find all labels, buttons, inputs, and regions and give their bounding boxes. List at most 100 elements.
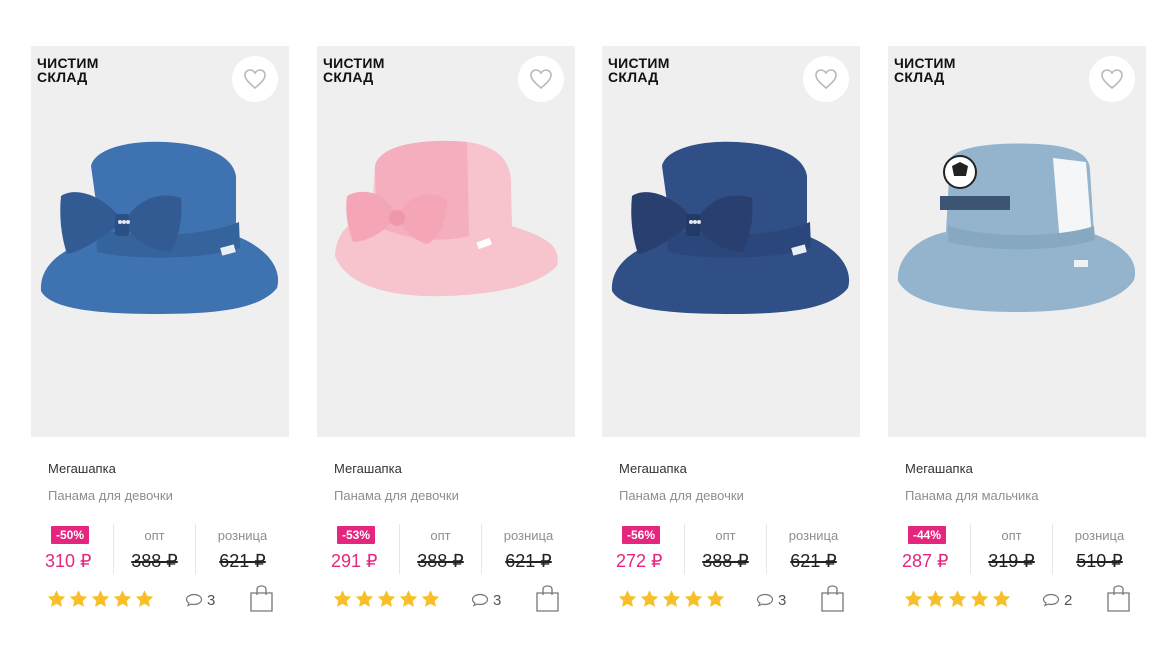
- promo-line-2: СКЛАД: [608, 69, 659, 85]
- rating-stars: [903, 589, 1012, 609]
- retail-label: розница: [217, 528, 268, 543]
- favorite-button[interactable]: [803, 56, 849, 102]
- product-image: [335, 140, 558, 297]
- reviews-link[interactable]: 3: [471, 590, 501, 610]
- favorite-button[interactable]: [232, 56, 278, 102]
- product-card[interactable]: ЧИСТИМ СКЛАД Мегашапка Панама для мальчи…: [888, 46, 1146, 626]
- product-brand[interactable]: Мегашапка: [905, 461, 973, 476]
- current-price: 291 ₽: [331, 551, 378, 571]
- reviews-link[interactable]: 2: [1042, 590, 1072, 610]
- product-title[interactable]: Панама для девочки: [619, 488, 744, 503]
- star-icon: [69, 590, 88, 607]
- star-icon: [377, 590, 396, 607]
- reviews-count: 3: [207, 591, 216, 609]
- price-block: -56% 272 ₽ опт 388 ₽ розница 621 ₽: [602, 524, 860, 576]
- promo-label: ЧИСТИМ СКЛАД: [323, 56, 385, 84]
- product-image: [611, 141, 850, 314]
- star-icon: [421, 590, 440, 607]
- star-icon: [992, 590, 1011, 607]
- star-icon: [333, 590, 352, 607]
- product-title[interactable]: Панама для мальчика: [905, 488, 1038, 503]
- current-price: 272 ₽: [616, 551, 663, 571]
- wholesale-old-price: 319 ₽: [988, 551, 1035, 571]
- retail-label: розница: [788, 528, 839, 543]
- promo-line-1: ЧИСТИМ: [894, 55, 956, 71]
- shopping-bag-icon[interactable]: [820, 583, 845, 613]
- retail-old-price: 621 ₽: [790, 551, 837, 571]
- discount-badge: -53%: [337, 526, 376, 544]
- star-icon: [135, 590, 154, 607]
- product-title[interactable]: Панама для девочки: [334, 488, 459, 503]
- star-icon: [640, 590, 659, 607]
- shopping-bag-icon[interactable]: [1106, 583, 1131, 613]
- price-block: -53% 291 ₽ опт 388 ₽ розница 621 ₽: [317, 524, 575, 576]
- product-brand[interactable]: Мегашапка: [334, 461, 402, 476]
- promo-line-2: СКЛАД: [37, 69, 88, 85]
- wholesale-label: опт: [1001, 528, 1022, 543]
- promo-line-2: СКЛАД: [323, 69, 374, 85]
- product-photo[interactable]: ЧИСТИМ СКЛАД: [31, 46, 289, 437]
- rating-stars: [617, 589, 726, 609]
- current-price: 287 ₽: [902, 551, 949, 571]
- retail-label: розница: [1074, 528, 1125, 543]
- retail-old-price: 510 ₽: [1076, 551, 1123, 571]
- heart-icon: [815, 69, 837, 90]
- favorite-button[interactable]: [1089, 56, 1135, 102]
- product-photo[interactable]: ЧИСТИМ СКЛАД: [888, 46, 1146, 437]
- product-photo[interactable]: ЧИСТИМ СКЛАД: [317, 46, 575, 437]
- product-brand[interactable]: Мегашапка: [48, 461, 116, 476]
- reviews-count: 2: [1064, 591, 1073, 609]
- star-icon: [618, 590, 637, 607]
- retail-price-column: розница 621 ₽: [766, 524, 860, 574]
- star-icon: [91, 590, 110, 607]
- heart-icon: [530, 69, 552, 90]
- retail-old-price: 621 ₽: [219, 551, 266, 571]
- discount-badge: -44%: [908, 526, 947, 544]
- reviews-count: 3: [778, 591, 787, 609]
- retail-price-column: розница 510 ₽: [1052, 524, 1146, 574]
- reviews-count: 3: [493, 591, 502, 609]
- reviews-link[interactable]: 3: [756, 590, 786, 610]
- product-grid: ЧИСТИМ СКЛАД Мегашапка Панама для девочк…: [31, 46, 1147, 626]
- wholesale-price-column: опт 319 ₽: [970, 524, 1052, 574]
- retail-price-column: розница 621 ₽: [481, 524, 575, 574]
- wholesale-price-column: опт 388 ₽: [684, 524, 766, 574]
- star-icon: [970, 590, 989, 607]
- product-photo[interactable]: ЧИСТИМ СКЛАД: [602, 46, 860, 437]
- wholesale-label: опт: [430, 528, 451, 543]
- shopping-bag-icon[interactable]: [535, 583, 560, 613]
- favorite-button[interactable]: [518, 56, 564, 102]
- promo-label: ЧИСТИМ СКЛАД: [608, 56, 670, 84]
- discount-badge: -56%: [622, 526, 661, 544]
- wholesale-old-price: 388 ₽: [417, 551, 464, 571]
- retail-old-price: 621 ₽: [505, 551, 552, 571]
- promo-line-1: ЧИСТИМ: [37, 55, 99, 71]
- wholesale-old-price: 388 ₽: [702, 551, 749, 571]
- rating-stars: [46, 589, 155, 609]
- promo-label: ЧИСТИМ СКЛАД: [37, 56, 99, 84]
- heart-icon: [244, 69, 266, 90]
- star-icon: [662, 590, 681, 607]
- retail-price-column: розница 621 ₽: [195, 524, 289, 574]
- shopping-bag-icon[interactable]: [249, 583, 274, 613]
- comment-icon: [185, 593, 203, 607]
- star-icon: [47, 590, 66, 607]
- product-card[interactable]: ЧИСТИМ СКЛАД Мегашапка Панама для девочк…: [31, 46, 289, 626]
- retail-label: розница: [503, 528, 554, 543]
- product-brand[interactable]: Мегашапка: [619, 461, 687, 476]
- wholesale-old-price: 388 ₽: [131, 551, 178, 571]
- price-block: -50% 310 ₽ опт 388 ₽ розница 621 ₽: [31, 524, 289, 576]
- product-card[interactable]: ЧИСТИМ СКЛАД Мегашапка Панама для девочк…: [602, 46, 860, 626]
- wholesale-label: опт: [715, 528, 736, 543]
- current-price-column: -50% 310 ₽: [43, 524, 113, 574]
- comment-icon: [756, 593, 774, 607]
- current-price-column: -44% 287 ₽: [900, 524, 970, 574]
- star-icon: [399, 590, 418, 607]
- product-card[interactable]: ЧИСТИМ СКЛАД Мегашапка Панама для девочк…: [317, 46, 575, 626]
- price-block: -44% 287 ₽ опт 319 ₽ розница 510 ₽: [888, 524, 1146, 576]
- product-title[interactable]: Панама для девочки: [48, 488, 173, 503]
- reviews-link[interactable]: 3: [185, 590, 215, 610]
- star-icon: [113, 590, 132, 607]
- rating-stars: [332, 589, 441, 609]
- current-price-column: -53% 291 ₽: [329, 524, 399, 574]
